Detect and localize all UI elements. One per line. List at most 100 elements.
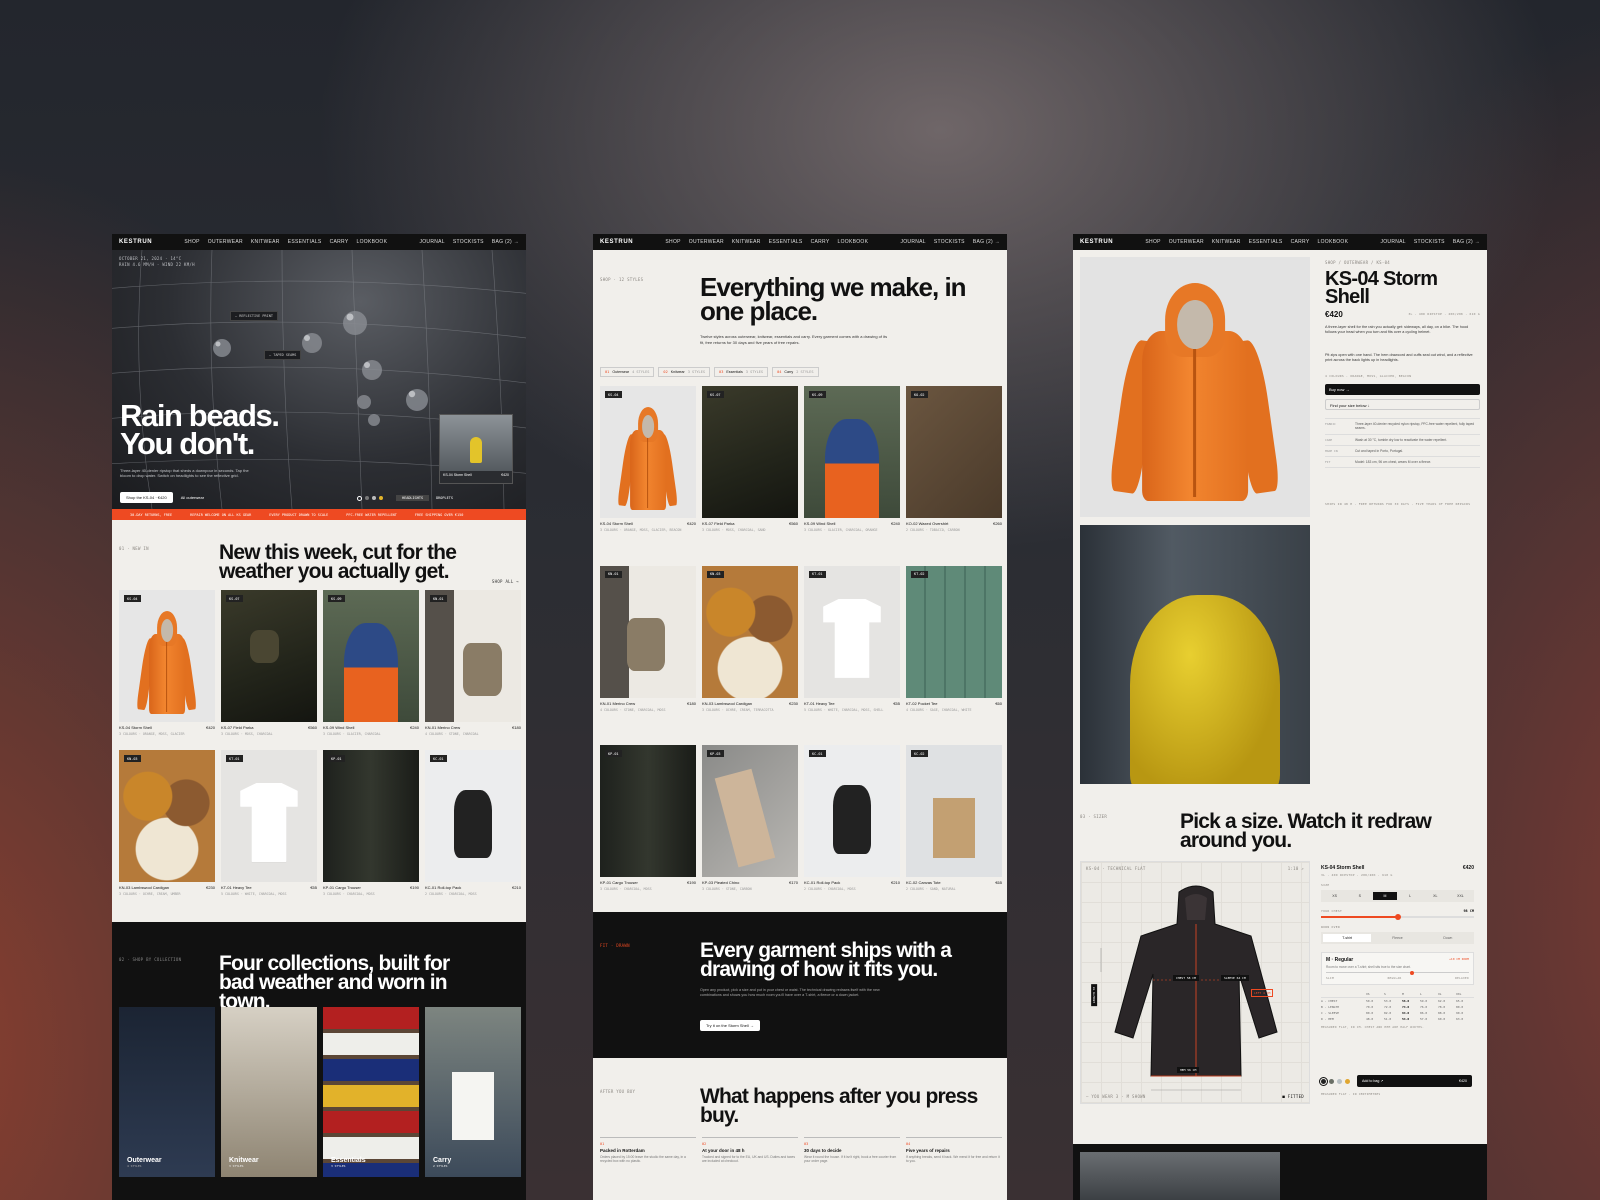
- tote-figure: [932, 798, 976, 858]
- layer-option[interactable]: Down: [1424, 934, 1472, 942]
- nav-lookbook[interactable]: LOOKBOOK: [356, 239, 387, 245]
- product-card[interactable]: KC-02 KC-02 Canvas Tote €65 2 COLOURS · SAN…: [906, 745, 1002, 912]
- product-card[interactable]: KT-01 KT-01 Heavy Tee €55 5 COLOURS · WHI…: [221, 750, 317, 896]
- nav-lookbook[interactable]: LOOKBOOK: [837, 239, 868, 245]
- collection-card-carry[interactable]: Carry 2 STYLES: [425, 1007, 521, 1177]
- nav-knitwear[interactable]: KNITWEAR: [1212, 239, 1241, 245]
- nav-outerwear[interactable]: OUTERWEAR: [208, 239, 243, 245]
- nav-essentials[interactable]: ESSENTIALS: [1249, 239, 1283, 245]
- size-option-xl[interactable]: XL: [1424, 892, 1447, 900]
- chest-slider[interactable]: [1321, 914, 1474, 920]
- product-card[interactable]: KS-04 KS-04 Storm Shell €420 3 COLOURS · OR…: [600, 386, 696, 553]
- colour-swatch[interactable]: [1337, 1079, 1342, 1084]
- nav-essentials[interactable]: ESSENTIALS: [288, 239, 322, 245]
- product-card[interactable]: KS-04 KS-04 Storm Shell €420 3 COLOURS · …: [119, 590, 215, 736]
- brand-logo[interactable]: KESTRUN: [119, 239, 152, 245]
- swatch-dot[interactable]: [357, 495, 362, 501]
- nav-shop[interactable]: SHOP: [184, 239, 199, 245]
- product-card[interactable]: KC-01 KC-01 Roll-top Pack €210 2 COLOURS …: [425, 750, 521, 896]
- filter-outerwear[interactable]: 01 Outerwear 4 STYLES: [600, 367, 655, 377]
- product-card[interactable]: KN-03 KN-03 Lambswool Cardigan €230 3 COLOU…: [702, 565, 798, 733]
- callout-taped-seams: — TAPED SEAMS: [264, 350, 302, 360]
- brand-logo[interactable]: KESTRUN: [600, 239, 633, 245]
- collection-card-knitwear[interactable]: Knitwear 3 STYLES: [221, 1007, 317, 1177]
- product-card[interactable]: KS-09 KS-09 Wind Shell €240 3 COLOURS · GLA…: [804, 386, 900, 553]
- swatch-dot[interactable]: [365, 496, 369, 500]
- product-name: KT-01 Heavy Tee: [804, 700, 835, 706]
- product-name: KS-09 Wind Shell: [804, 521, 836, 526]
- buy-now-button[interactable]: Buy now →: [1325, 384, 1480, 395]
- collection-card-essentials[interactable]: Essentials 3 STYLES: [323, 1007, 419, 1177]
- sizer-title: Pick a size. Watch it redraw around you.: [1180, 810, 1432, 852]
- swatch-dot[interactable]: [379, 496, 383, 500]
- shop-all-link[interactable]: SHOP ALL →: [492, 579, 519, 584]
- nav-bag[interactable]: BAG (2) →: [973, 239, 1000, 245]
- product-card[interactable]: KS-07 KS-07 Field Parka €560 3 COLOURS · MO…: [702, 386, 798, 553]
- product-card[interactable]: KN-01 KN-01 Merino Crew €180 4 COLOURS · …: [425, 590, 521, 736]
- collection-card-outerwear[interactable]: Outerwear 4 STYLES: [119, 1007, 215, 1177]
- product-card[interactable]: KN-03 KN-03 Lambswool Cardigan €230 3 COL…: [119, 750, 215, 896]
- brand-logo[interactable]: KESTRUN: [1080, 239, 1113, 245]
- nav-carry[interactable]: CARRY: [1291, 239, 1310, 245]
- nav-knitwear[interactable]: KNITWEAR: [251, 239, 280, 245]
- mini-product-card[interactable]: KS-04 Storm Shell €420: [439, 414, 513, 484]
- product-card[interactable]: KP-03 KP-03 Pleated Chino €170 3 COLOURS · …: [702, 745, 798, 912]
- swatch-dot[interactable]: [372, 496, 376, 500]
- size-option-m[interactable]: M: [1373, 892, 1397, 900]
- layer-option[interactable]: T-shirt: [1323, 934, 1372, 942]
- colour-swatch[interactable]: [1345, 1079, 1350, 1084]
- size-option-xs[interactable]: XS: [1323, 892, 1346, 900]
- nav-bag[interactable]: BAG (2) →: [492, 239, 519, 245]
- chest-slider-thumb[interactable]: [1394, 914, 1401, 920]
- shop-storm-shell-button[interactable]: Shop the KS-04 · €420: [120, 492, 173, 503]
- all-outerwear-link[interactable]: All outerwear: [181, 495, 204, 500]
- headlights-toggle[interactable]: HEADLIGHTS: [396, 495, 430, 501]
- product-card[interactable]: KT-02 KT-02 Pocket Tee €60 4 COLOURS · SAGE…: [906, 565, 1002, 733]
- gallery-image-street[interactable]: [1080, 525, 1310, 784]
- product-name: KC-01 Roll-top Pack: [425, 885, 462, 890]
- product-tag: KN-01: [430, 595, 447, 602]
- nav-bag[interactable]: BAG (2) →: [1453, 239, 1480, 245]
- nav-outerwear[interactable]: OUTERWEAR: [689, 239, 724, 245]
- technical-drawing[interactable]: KS-04 · TECHNICAL FLAT 1:10 ↗ CHEST 58 C…: [1080, 861, 1310, 1104]
- product-card[interactable]: KO-02 KO-02 Waxed Overshirt €260 2 COLOURS …: [906, 386, 1002, 553]
- nav-knitwear[interactable]: KNITWEAR: [732, 239, 761, 245]
- nav-carry[interactable]: CARRY: [330, 239, 349, 245]
- nav-lookbook[interactable]: LOOKBOOK: [1317, 239, 1348, 245]
- product-card[interactable]: KC-01 KC-01 Roll-top Pack €210 2 COLOURS · …: [804, 745, 900, 912]
- filter-carry[interactable]: 04 Carry 2 STYLES: [772, 367, 819, 377]
- filter-essentials[interactable]: 03 Essentials 3 STYLES: [714, 367, 769, 377]
- colour-swatch[interactable]: [1329, 1079, 1334, 1084]
- product-name: KN-01 Merino Crew: [425, 725, 461, 730]
- droplets-toggle[interactable]: DROPLETS: [432, 495, 457, 501]
- product-card[interactable]: KT-01 KT-01 Heavy Tee €55 5 COLOURS · WHITE…: [804, 565, 900, 733]
- size-option-l[interactable]: L: [1399, 892, 1422, 900]
- nav-journal[interactable]: JOURNAL: [900, 239, 925, 245]
- add-to-bag-button[interactable]: Add to bag ↗ €420: [1357, 1075, 1472, 1087]
- size-option-s[interactable]: S: [1348, 892, 1371, 900]
- product-colours: 3 COLOURS · CHARCOAL, MOSS: [323, 892, 375, 896]
- nav-stockists[interactable]: STOCKISTS: [934, 239, 965, 245]
- product-card[interactable]: KN-01 KN-01 Merino Crew €180 4 COLOURS · ST…: [600, 565, 696, 733]
- nav-carry[interactable]: CARRY: [811, 239, 830, 245]
- nav-stockists[interactable]: STOCKISTS: [1414, 239, 1445, 245]
- nav-journal[interactable]: JOURNAL: [1380, 239, 1405, 245]
- nav-outerwear[interactable]: OUTERWEAR: [1169, 239, 1204, 245]
- nav-shop[interactable]: SHOP: [665, 239, 680, 245]
- nav-journal[interactable]: JOURNAL: [419, 239, 444, 245]
- product-card[interactable]: KS-07 KS-07 Field Parka €560 3 COLOURS · …: [221, 590, 317, 736]
- sizer-price: €420: [1462, 865, 1474, 871]
- gallery-image-jacket[interactable]: [1080, 257, 1310, 517]
- filter-knitwear[interactable]: 02 Knitwear 3 STYLES: [658, 367, 711, 377]
- nav-essentials[interactable]: ESSENTIALS: [769, 239, 803, 245]
- colour-swatch[interactable]: [1319, 1077, 1328, 1086]
- layer-option[interactable]: Fleece: [1373, 934, 1421, 942]
- try-fit-button[interactable]: Try it on the Storm Shell →: [700, 1020, 760, 1031]
- find-size-button[interactable]: Find your size below ↓: [1325, 399, 1480, 410]
- product-card[interactable]: KP-01 KP-01 Cargo Trouser €190 3 COLOURS …: [323, 750, 419, 896]
- size-option-xxl[interactable]: XXL: [1449, 892, 1472, 900]
- product-card[interactable]: KP-01 KP-01 Cargo Trouser €190 3 COLOURS · …: [600, 745, 696, 912]
- nav-stockists[interactable]: STOCKISTS: [453, 239, 484, 245]
- nav-shop[interactable]: SHOP: [1145, 239, 1160, 245]
- product-card[interactable]: KS-09 KS-09 Wind Shell €240 3 COLOURS · G…: [323, 590, 419, 736]
